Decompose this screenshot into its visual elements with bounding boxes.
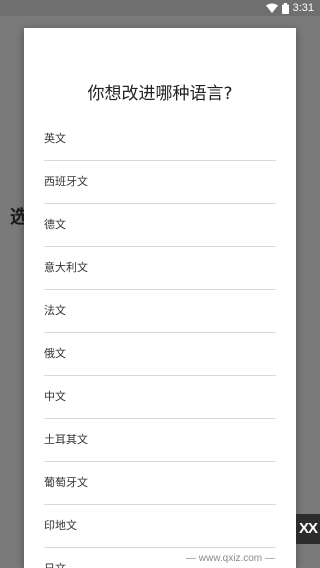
language-label: 俄文 (44, 347, 66, 360)
language-label: 土耳其文 (44, 433, 88, 446)
status-icons: 3:31 (265, 1, 314, 15)
status-bar: 3:31 (0, 0, 320, 16)
wifi-icon (265, 3, 278, 13)
language-dialog: 你想改进哪种语言? 英文 西班牙文 德文 意大利文 法文 俄文 中文 土耳其文 … (24, 28, 296, 568)
language-item-italian[interactable]: 意大利文 (44, 247, 276, 290)
background-heading: 选 (10, 207, 24, 228)
language-item-portuguese[interactable]: 葡萄牙文 (44, 462, 276, 505)
watermark-text: — www.qxiz.com — (186, 553, 275, 564)
watermark-logo: XX (296, 514, 320, 544)
dialog-title: 你想改进哪种语言? (87, 84, 233, 104)
battery-icon (281, 2, 289, 14)
language-item-german[interactable]: 德文 (44, 204, 276, 247)
language-label: 意大利文 (44, 261, 88, 274)
language-label: 法文 (44, 304, 66, 317)
status-time: 3:31 (292, 2, 314, 14)
language-item-russian[interactable]: 俄文 (44, 333, 276, 376)
language-label: 印地文 (44, 519, 77, 532)
language-label: 西班牙文 (44, 175, 88, 188)
language-list: 英文 西班牙文 德文 意大利文 法文 俄文 中文 土耳其文 葡萄牙文 印地文 日… (44, 118, 276, 568)
language-label: 日文 (44, 561, 66, 568)
language-item-spanish[interactable]: 西班牙文 (44, 161, 276, 204)
language-label: 英文 (44, 132, 66, 145)
language-item-french[interactable]: 法文 (44, 290, 276, 333)
language-item-english[interactable]: 英文 (44, 118, 276, 161)
language-item-hindi[interactable]: 印地文 (44, 505, 276, 548)
language-label: 德文 (44, 218, 66, 231)
language-item-turkish[interactable]: 土耳其文 (44, 419, 276, 462)
language-label: 葡萄牙文 (44, 476, 88, 489)
language-item-chinese[interactable]: 中文 (44, 376, 276, 419)
language-label: 中文 (44, 390, 66, 403)
